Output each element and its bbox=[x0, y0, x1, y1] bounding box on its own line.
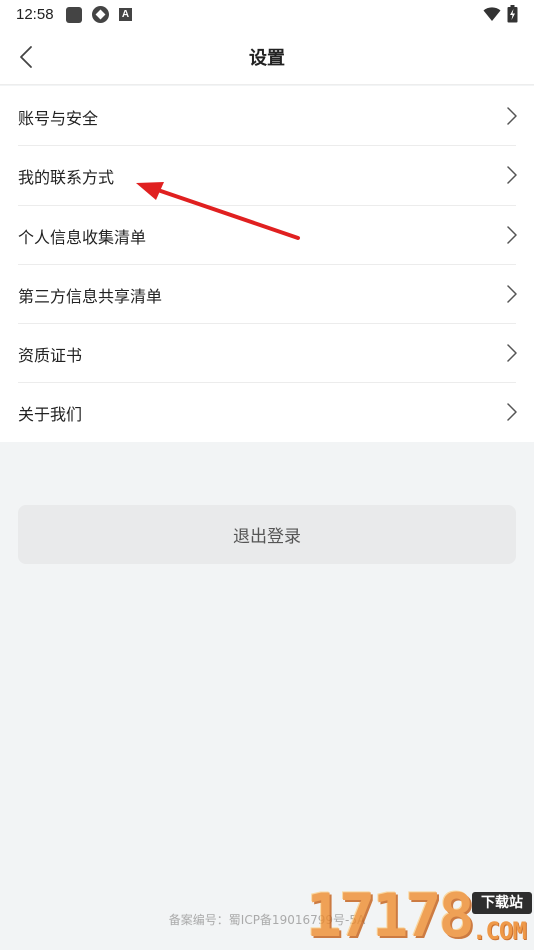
chevron-right-icon bbox=[507, 285, 517, 303]
status-system-icons bbox=[483, 5, 518, 23]
menu-item-personal-info-list[interactable]: 个人信息收集清单 bbox=[0, 204, 534, 264]
menu-item-label: 个人信息收集清单 bbox=[18, 227, 147, 247]
app-round-icon bbox=[92, 6, 109, 23]
menu-item-about-us[interactable]: 关于我们 bbox=[0, 382, 534, 441]
app-square-icon bbox=[66, 6, 82, 23]
status-notification-icons: A bbox=[66, 6, 132, 23]
menu-item-certificates[interactable]: 资质证书 bbox=[0, 323, 534, 382]
menu-item-label: 关于我们 bbox=[18, 405, 83, 425]
menu-item-third-party-sharing-list[interactable]: 第三方信息共享清单 bbox=[0, 263, 534, 323]
navigation-bar: 设置 bbox=[0, 30, 534, 85]
settings-menu: 账号与安全 我的联系方式 个人信息收集清单 第三方信息共享清单 资质证书 关于我… bbox=[0, 86, 534, 442]
chevron-right-icon bbox=[507, 225, 517, 244]
status-time: 12:58 bbox=[16, 6, 54, 23]
icp-record-number: 备案编号：蜀ICP备19016799号-5A bbox=[168, 913, 366, 927]
menu-item-label: 资质证书 bbox=[18, 346, 83, 366]
status-bar: 12:58 A bbox=[0, 0, 534, 30]
menu-item-contact-info[interactable]: 我的联系方式 bbox=[0, 145, 534, 204]
logout-button[interactable]: 退出登录 bbox=[18, 505, 516, 564]
page-title: 设置 bbox=[249, 48, 285, 69]
chevron-right-icon bbox=[507, 344, 517, 362]
wifi-icon bbox=[483, 7, 501, 21]
battery-charging-icon bbox=[507, 5, 518, 23]
menu-item-account-security[interactable]: 账号与安全 bbox=[0, 86, 534, 145]
chevron-right-icon bbox=[507, 166, 517, 185]
chevron-right-icon bbox=[507, 403, 517, 422]
menu-item-label: 账号与安全 bbox=[18, 109, 99, 128]
menu-item-label: 第三方信息共享清单 bbox=[18, 286, 163, 306]
chevron-right-icon bbox=[507, 107, 517, 125]
menu-item-label: 我的联系方式 bbox=[18, 168, 115, 188]
app-a-icon: A bbox=[119, 8, 132, 21]
